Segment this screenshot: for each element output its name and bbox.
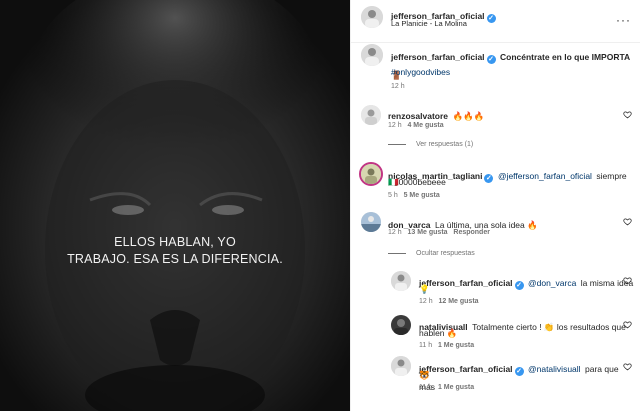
image-text-overlay: ELLOS HABLAN, YO TRABAJO. ESA ES LA DIFE… — [0, 234, 350, 268]
reply-likes[interactable]: 1 Me gusta — [438, 342, 474, 349]
overlay-line-2: TRABAJO. ESA ES LA DIFERENCIA. — [67, 252, 283, 266]
reply-text-line2: hablen 🔥 — [419, 328, 458, 338]
verified-icon: ✓ — [486, 55, 496, 64]
reply-time: 12 h — [419, 298, 433, 305]
avatar[interactable] — [361, 6, 383, 28]
caption-text: Concéntrate en lo que IMPORTA — [499, 52, 631, 62]
comment-time: 12 h — [388, 122, 402, 129]
reply-username[interactable]: jefferson_farfan_oficial — [419, 278, 513, 288]
comment-meta: 12 h 13 Me gusta Responder — [388, 229, 490, 236]
reply-button[interactable]: Responder — [453, 229, 490, 236]
reply-mention[interactable]: @natalivisuall — [528, 364, 581, 374]
avatar[interactable] — [391, 315, 411, 335]
ellipsis-icon[interactable]: ··· — [616, 13, 631, 27]
verified-icon: ✓ — [514, 281, 524, 290]
avatar[interactable] — [361, 105, 381, 125]
comment-likes[interactable]: 5 Me gusta — [404, 192, 440, 199]
reply-likes[interactable]: 1 Me gusta — [438, 384, 474, 391]
reply-text: Totalmente cierto ! 👏 los resultados que — [472, 322, 626, 332]
post-image[interactable]: ELLOS HABLAN, YO TRABAJO. ESA ES LA DIFE… — [0, 0, 350, 411]
reply-likes[interactable]: 12 Me gusta — [438, 298, 478, 305]
comment-text: siempre — [596, 171, 627, 181]
heart-icon[interactable] — [623, 320, 632, 329]
avatar[interactable] — [359, 162, 383, 186]
comment-meta: 5 h 5 Me gusta — [388, 192, 440, 199]
reply-mention[interactable]: @don_varca — [528, 278, 576, 288]
comment-meta: 12 h 4 Me gusta — [388, 122, 444, 129]
heart-icon[interactable] — [623, 362, 632, 371]
heart-icon[interactable] — [623, 276, 632, 285]
view-replies-button[interactable]: Ver respuestas (1) — [388, 141, 473, 148]
caption-username[interactable]: jefferson_farfan_oficial — [391, 52, 485, 62]
hashtag-link[interactable]: #onlygoodvibes — [391, 67, 450, 77]
comment-username[interactable]: renzosalvatore — [388, 111, 448, 121]
reply-time: 11 h — [419, 384, 433, 391]
verified-icon: ✓ — [514, 367, 524, 376]
comment-time: 12 h — [388, 229, 402, 236]
comment-likes[interactable]: 4 Me gusta — [407, 122, 443, 129]
heart-icon[interactable] — [623, 217, 632, 226]
location-link[interactable]: La Planicie - La Molina — [391, 19, 467, 28]
verified-icon: ✓ — [484, 174, 494, 183]
comment-text-line2: 🇮🇹0000bebeee — [388, 177, 446, 187]
overlay-line-1: ELLOS HABLAN, YO — [114, 235, 236, 249]
reply-meta: 11 h 1 Me gusta — [419, 342, 474, 349]
avatar[interactable] — [361, 212, 381, 232]
avatar[interactable] — [391, 271, 411, 291]
lion-image — [0, 0, 350, 411]
verified-icon: ✓ — [486, 14, 496, 23]
reply-text-line2: 🐯 — [419, 370, 430, 380]
heart-icon[interactable] — [623, 110, 632, 119]
avatar[interactable] — [361, 44, 383, 66]
view-replies-label: Ver respuestas (1) — [416, 141, 474, 148]
caption-time: 12 h — [391, 83, 405, 90]
reply-meta: 11 h 1 Me gusta — [419, 384, 474, 391]
reply-username[interactable]: jefferson_farfan_oficial — [419, 364, 513, 374]
reply-text-line2: 💡 — [419, 284, 430, 294]
instagram-post-view: ELLOS HABLAN, YO TRABAJO. ESA ES LA DIFE… — [0, 0, 640, 411]
comment-likes[interactable]: 13 Me gusta — [407, 229, 447, 236]
comment-time: 5 h — [388, 192, 398, 199]
hide-replies-button[interactable]: Ocultar respuestas — [388, 250, 475, 257]
hide-replies-label: Ocultar respuestas — [416, 250, 475, 257]
reply-meta: 12 h 12 Me gusta — [419, 298, 479, 305]
comment-text: 🔥🔥🔥 — [452, 111, 485, 121]
post-header: jefferson_farfan_oficial ✓ La Planicie - … — [351, 0, 640, 43]
avatar[interactable] — [391, 356, 411, 376]
reply-time: 11 h — [419, 342, 433, 349]
post-sidebar: jefferson_farfan_oficial ✓ La Planicie - … — [350, 0, 640, 411]
comment-mention[interactable]: @jefferson_farfan_oficial — [498, 171, 592, 181]
